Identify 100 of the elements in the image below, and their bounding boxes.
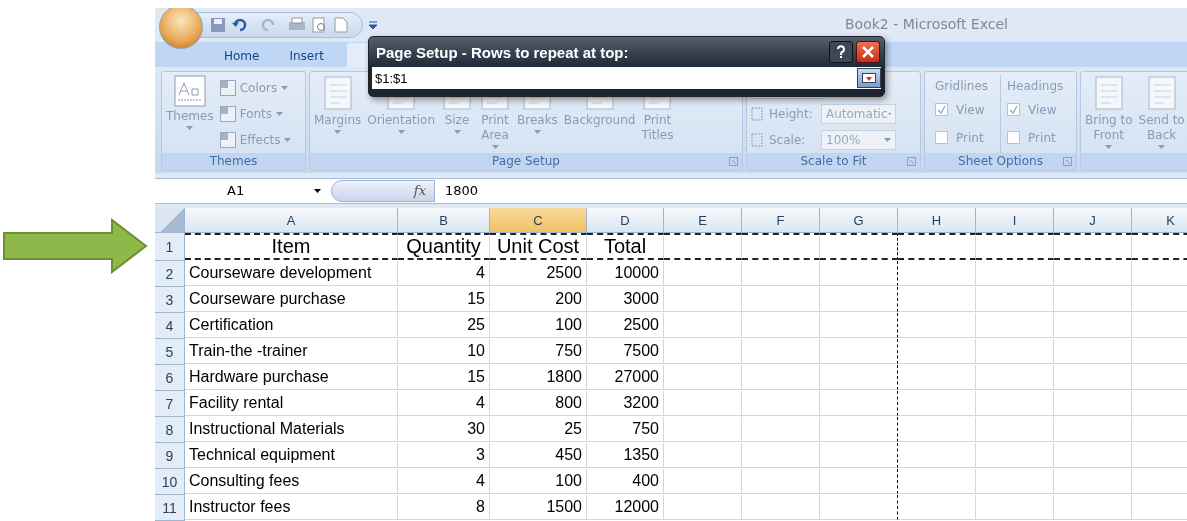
table-cell: 4 (398, 261, 490, 286)
table-cell: 3 (398, 443, 490, 468)
table-cell: 750 (490, 339, 587, 364)
column-header[interactable]: I (976, 208, 1054, 233)
row-header[interactable]: 1 (155, 233, 185, 261)
column-header[interactable]: B (398, 208, 490, 233)
table-cell: Train-the -trainer (185, 339, 398, 364)
row-header[interactable]: 8 (155, 417, 185, 443)
caret-icon (186, 125, 194, 130)
option-heading: Gridlines (935, 78, 989, 93)
swatch-icon (219, 105, 236, 122)
swatch-icon (219, 131, 236, 148)
table-cell: 1500 (490, 495, 587, 520)
table-cell: 4 (398, 469, 490, 494)
select-all-corner[interactable] (155, 208, 185, 233)
name-box[interactable]: A1 (155, 178, 331, 203)
row-header[interactable]: 7 (155, 391, 185, 417)
table-cell: 450 (490, 443, 587, 468)
row-header[interactable]: 9 (155, 443, 185, 469)
table-cell: 25 (490, 417, 587, 442)
caret-icon (397, 129, 405, 134)
table-cell: 4 (398, 391, 490, 416)
caret-icon (884, 137, 891, 142)
table-cell: Hardware purchase (185, 365, 398, 390)
row-header[interactable]: 2 (155, 261, 185, 287)
page-icon (1145, 74, 1178, 111)
row-header[interactable]: 10 (155, 469, 185, 495)
page-icon (321, 74, 354, 111)
caret-icon (281, 85, 289, 90)
close-icon (862, 46, 874, 58)
table-cell: Unit Cost (490, 233, 587, 260)
table-cell: Total (587, 233, 664, 260)
check-icon (937, 105, 946, 114)
caret-icon (453, 129, 461, 134)
range-value[interactable]: $1:$1 (375, 70, 408, 86)
swatch-icon (219, 79, 236, 96)
customize-icon[interactable] (369, 21, 377, 29)
group-label: Scale to Fit (800, 154, 867, 168)
table-cell: 8 (398, 495, 490, 520)
printer-icon[interactable] (288, 17, 306, 33)
check-icon (1009, 105, 1019, 114)
column-header[interactable]: J (1054, 208, 1132, 233)
magnifier-icon[interactable] (312, 17, 328, 33)
table-cell: Item (185, 233, 398, 260)
expand-icon (862, 73, 876, 83)
table-cell: 1800 (490, 365, 587, 390)
row-header[interactable]: 3 (155, 287, 185, 313)
column-header[interactable]: C (490, 208, 587, 233)
table-cell: Courseware development (185, 261, 398, 286)
caret-icon (284, 137, 292, 142)
caret-icon (334, 129, 342, 134)
caret-icon (491, 144, 499, 149)
formula-text[interactable]: 1800 (445, 183, 479, 199)
ribbon-tab[interactable]: Insert (276, 44, 337, 67)
expand-dialog-button[interactable] (857, 68, 881, 88)
window-title: Book2 - Microsoft Excel (845, 16, 1008, 32)
caret-icon (1158, 144, 1166, 149)
help-button[interactable] (829, 41, 853, 63)
resize-icon (751, 131, 765, 148)
caret-icon (1105, 144, 1113, 149)
save-icon[interactable] (210, 17, 226, 33)
row-header[interactable]: 6 (155, 365, 185, 391)
column-header[interactable]: D (587, 208, 664, 233)
table-cell: 400 (587, 469, 664, 494)
table-cell: 10000 (587, 261, 664, 286)
column-header[interactable]: E (664, 208, 742, 233)
table-cell: Facility rental (185, 391, 398, 416)
table-cell: 100 (490, 313, 587, 338)
office-button[interactable] (159, 8, 203, 49)
table-cell: 12000 (587, 495, 664, 520)
table-cell: Instructor fees (185, 495, 398, 520)
range-input-field[interactable]: $1:$1 (372, 67, 881, 89)
option-label: Height: (769, 106, 814, 121)
row-header[interactable]: 4 (155, 313, 185, 339)
dialog-title: Page Setup - Rows to repeat at top: (376, 43, 630, 61)
column-header[interactable]: F (742, 208, 820, 233)
close-button[interactable] (856, 41, 880, 63)
ribbon-tab[interactable]: Home (211, 44, 273, 67)
group-label: Sheet Options (958, 154, 1043, 168)
table-cell: 15 (398, 365, 490, 390)
column-header[interactable]: A (185, 208, 398, 233)
page-icon[interactable] (334, 17, 348, 33)
table-cell (1132, 233, 1187, 260)
table-cell: Consulting fees (185, 469, 398, 494)
function-button[interactable]: fx (413, 183, 426, 199)
table-cell: 100 (490, 469, 587, 494)
row-header[interactable]: 5 (155, 339, 185, 365)
column-header[interactable]: H (898, 208, 976, 233)
column-header[interactable]: G (820, 208, 898, 233)
caret-icon (314, 188, 321, 193)
table-cell: Quantity (398, 233, 490, 260)
table-cell: 15 (398, 287, 490, 312)
row-header[interactable]: 11 (155, 495, 185, 521)
caret-icon (533, 129, 541, 134)
table-cell: 7500 (587, 339, 664, 364)
table-cell: 2500 (587, 313, 664, 338)
caret-icon (276, 111, 284, 116)
table-cell: 750 (587, 417, 664, 442)
column-header[interactable]: K (1132, 208, 1187, 233)
table-cell: 1350 (587, 443, 664, 468)
